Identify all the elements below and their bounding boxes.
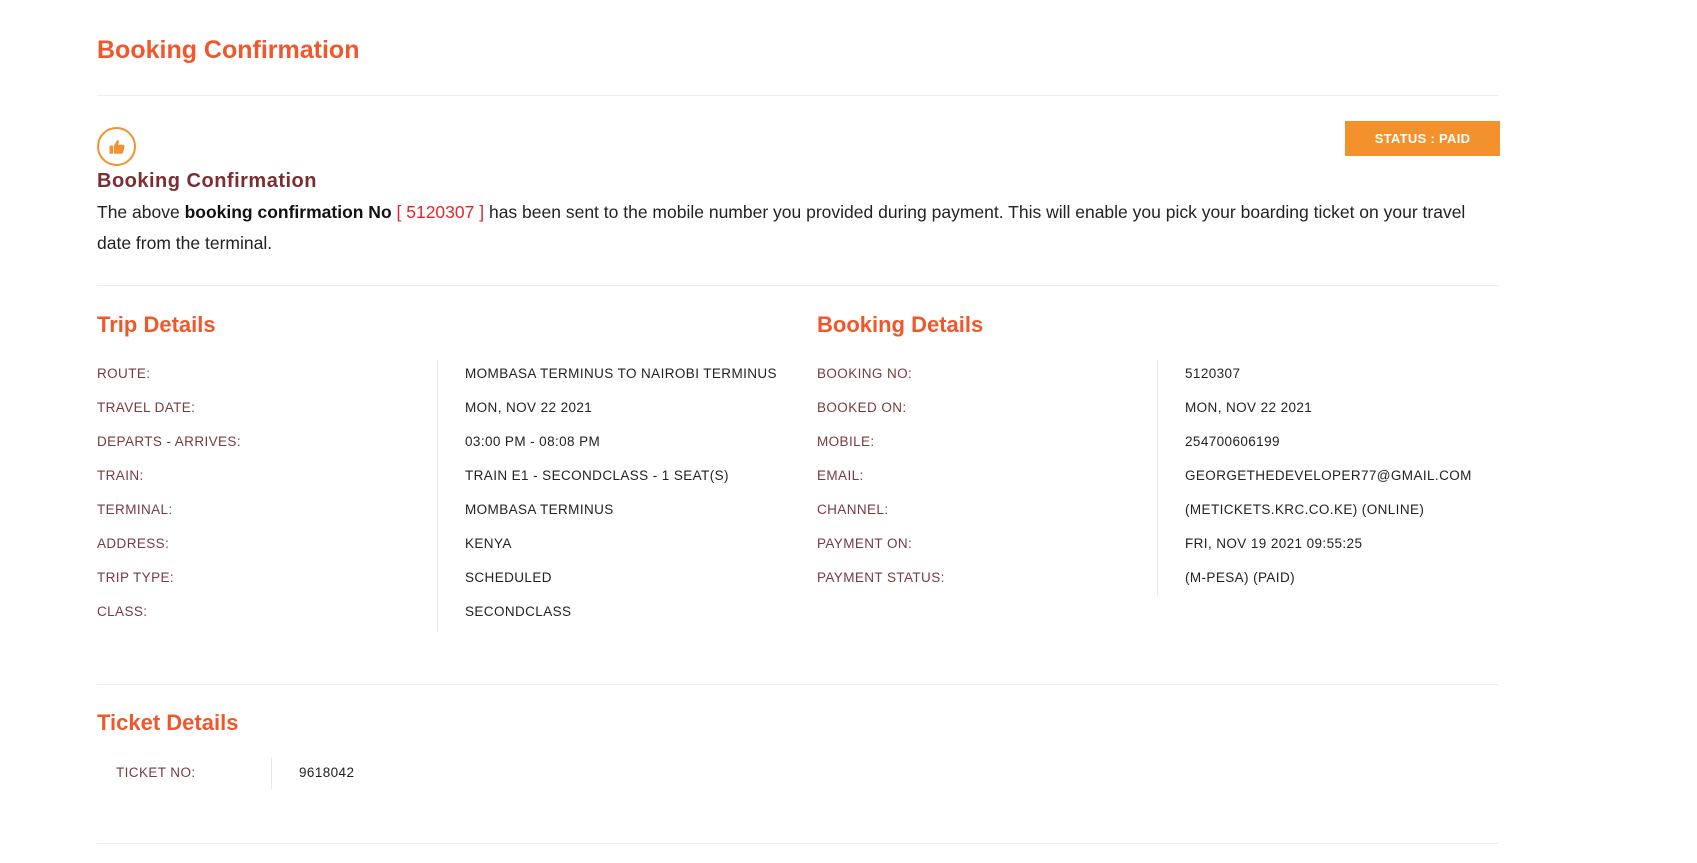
detail-value: KENYA <box>465 536 512 551</box>
divider <box>97 843 1499 844</box>
detail-value: GEORGETHEDEVELOPER77@GMAIL.COM <box>1185 468 1472 483</box>
detail-label: CHANNEL: <box>817 502 889 517</box>
message-prefix: The above <box>97 202 185 222</box>
detail-label: DEPARTS - ARRIVES: <box>97 434 241 449</box>
detail-label: TRIP TYPE: <box>97 570 175 585</box>
detail-label: ROUTE: <box>97 366 151 381</box>
detail-label: TERMINAL: <box>97 502 173 517</box>
detail-value: MOMBASA TERMINUS <box>465 502 614 517</box>
detail-label: TRAVEL DATE: <box>97 400 196 415</box>
detail-value: FRI, NOV 19 2021 09:55:25 <box>1185 536 1363 551</box>
ticket-details-title: Ticket Details <box>97 710 239 735</box>
detail-value: MON, NOV 22 2021 <box>1185 400 1313 415</box>
ticket-details-column-divider <box>271 757 272 789</box>
detail-label: TICKET NO: <box>116 765 196 780</box>
booking-confirmation-page: Booking Confirmation STATUS : PAID Booki… <box>0 0 1697 863</box>
detail-label: CLASS: <box>97 604 148 619</box>
divider <box>97 285 1499 286</box>
detail-label: ADDRESS: <box>97 536 170 551</box>
divider <box>97 95 1499 96</box>
trip-details-title: Trip Details <box>97 312 216 337</box>
detail-value: (M-PESA) (PAID) <box>1185 570 1295 585</box>
confirmation-number: 5120307 <box>406 202 475 222</box>
message-bold: booking confirmation No <box>184 202 392 222</box>
status-badge: STATUS : PAID <box>1345 121 1500 156</box>
confirmation-message: The above booking confirmation No [ 5120… <box>97 197 1497 259</box>
detail-label: PAYMENT ON: <box>817 536 913 551</box>
bracket-close: ] <box>474 202 485 222</box>
page-title: Booking Confirmation <box>97 36 360 64</box>
detail-value: MON, NOV 22 2021 <box>465 400 593 415</box>
confirmation-heading: Booking Confirmation <box>97 170 317 192</box>
detail-value: TRAIN E1 - SECONDCLASS - 1 SEAT(S) <box>465 468 729 483</box>
detail-value: SCHEDULED <box>465 570 552 585</box>
detail-label: EMAIL: <box>817 468 864 483</box>
detail-label: PAYMENT STATUS: <box>817 570 945 585</box>
detail-value: 03:00 PM - 08:08 PM <box>465 434 601 449</box>
thumbs-up-glyph <box>109 139 125 154</box>
detail-label: TRAIN: <box>97 468 144 483</box>
detail-value: 9618042 <box>299 765 355 780</box>
detail-label: BOOKING NO: <box>817 366 913 381</box>
detail-label: BOOKED ON: <box>817 400 907 415</box>
bracket-open: [ <box>391 202 407 222</box>
detail-value: 254700606199 <box>1185 434 1280 449</box>
booking-details-column-divider <box>1157 360 1158 596</box>
detail-value: 5120307 <box>1185 366 1241 381</box>
detail-value: SECONDCLASS <box>465 604 572 619</box>
thumbs-up-icon <box>97 127 136 166</box>
detail-value: (METICKETS.KRC.CO.KE) (ONLINE) <box>1185 502 1425 517</box>
booking-details-title: Booking Details <box>817 312 984 337</box>
divider <box>97 684 1499 685</box>
detail-label: MOBILE: <box>817 434 875 449</box>
trip-details-column-divider <box>437 360 438 632</box>
detail-value: MOMBASA TERMINUS TO NAIROBI TERMINUS <box>465 366 777 381</box>
